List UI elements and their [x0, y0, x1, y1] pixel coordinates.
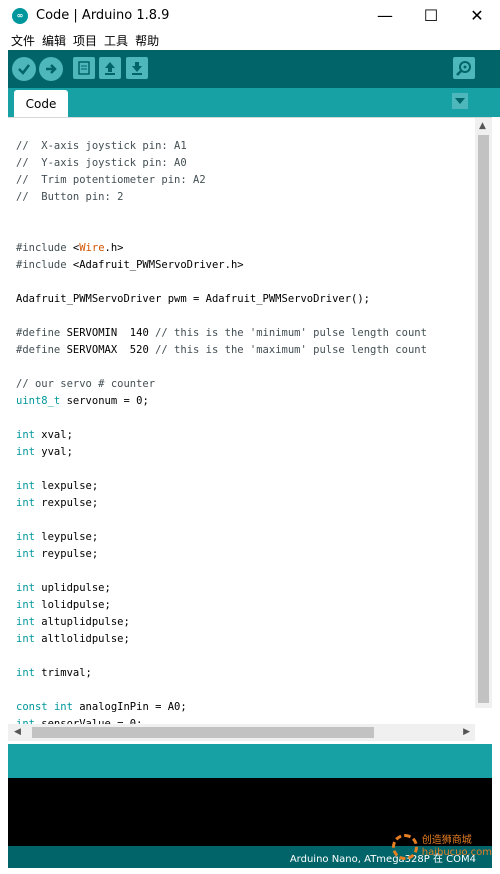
arduino-logo-icon: ∞ — [12, 7, 28, 24]
code-line[interactable]: Adafruit_PWMServoDriver pwm = Adafruit_P… — [16, 291, 472, 308]
menu-bar: 文件 编辑 项目 工具 帮助 — [0, 31, 500, 50]
code-line[interactable]: int altuplidpulse; — [16, 614, 472, 631]
serial-monitor-icon — [456, 61, 471, 76]
code-line[interactable] — [16, 308, 472, 325]
code-line[interactable] — [16, 359, 472, 376]
code-line[interactable] — [16, 461, 472, 478]
vertical-scroll-thumb[interactable] — [478, 135, 489, 703]
code-line[interactable]: #define SERVOMAX 520 // this is the 'max… — [16, 342, 472, 359]
code-line[interactable] — [16, 410, 472, 427]
menu-file[interactable]: 文件 — [0, 32, 40, 49]
save-button[interactable] — [126, 57, 148, 79]
code-line[interactable] — [16, 206, 472, 223]
open-button[interactable] — [99, 57, 121, 79]
gear-logo-icon — [391, 834, 418, 860]
code-line[interactable]: // Button pin: 2 — [16, 189, 472, 206]
code-line[interactable]: int leypulse; — [16, 529, 472, 546]
code-line[interactable]: int trimval; — [16, 665, 472, 682]
code-line[interactable]: int uplidpulse; — [16, 580, 472, 597]
code-line[interactable]: int xval; — [16, 427, 472, 444]
menu-tools[interactable]: 工具 — [102, 32, 133, 49]
watermark-title: 创造狮商城 — [421, 835, 472, 846]
code-line[interactable]: int altlolidpulse; — [16, 631, 472, 648]
code-line[interactable]: #include <Adafruit_PWMServoDriver.h> — [16, 257, 472, 274]
new-icon — [78, 61, 90, 75]
scroll-right-icon[interactable]: ▶ — [463, 727, 470, 737]
new-button[interactable] — [73, 57, 95, 79]
code-line[interactable] — [16, 274, 472, 291]
code-line[interactable]: int reypulse; — [16, 546, 472, 563]
verify-button[interactable] — [12, 57, 36, 81]
close-button[interactable]: ✕ — [454, 0, 500, 31]
code-line[interactable]: int yval; — [16, 444, 472, 461]
tab-menu-button[interactable] — [452, 93, 468, 109]
code-line[interactable]: const int analogInPin = A0; — [16, 699, 472, 716]
window-controls: — ☐ ✕ — [362, 0, 500, 31]
code-line[interactable]: int rexpulse; — [16, 495, 472, 512]
horizontal-scrollbar[interactable]: ◀ ▶ — [8, 724, 475, 741]
upload-button[interactable] — [39, 57, 63, 81]
code-line[interactable]: // X-axis joystick pin: A1 — [16, 138, 472, 155]
tab-bar: Code — [0, 88, 500, 117]
watermark: 创造狮商城 haibucuo.com — [391, 834, 492, 860]
code-line[interactable]: // our servo # counter — [16, 376, 472, 393]
code-line[interactable]: // Y-axis joystick pin: A0 — [16, 155, 472, 172]
maximize-button[interactable]: ☐ — [408, 0, 454, 31]
code-line[interactable]: #include <Wire.h> — [16, 240, 472, 257]
code-line[interactable]: #define SERVOMIN 140 // this is the 'min… — [16, 325, 472, 342]
window-title: Code | Arduino 1.8.9 — [36, 8, 170, 23]
open-icon — [105, 62, 115, 75]
code-line[interactable]: int lexpulse; — [16, 478, 472, 495]
menu-sketch[interactable]: 项目 — [71, 32, 102, 49]
code-line[interactable]: int lolidpulse; — [16, 597, 472, 614]
scroll-left-icon[interactable]: ◀ — [14, 727, 21, 737]
menu-help[interactable]: 帮助 — [133, 32, 164, 49]
scroll-up-icon[interactable]: ▲ — [479, 121, 486, 131]
upload-icon — [46, 64, 57, 74]
code-line[interactable]: uint8_t servonum = 0; — [16, 393, 472, 410]
code-line[interactable] — [16, 512, 472, 529]
toolbar — [0, 50, 500, 88]
vertical-scrollbar[interactable]: ▲ — [475, 118, 492, 708]
code-line[interactable] — [16, 223, 472, 240]
chevron-down-icon — [455, 98, 465, 104]
minimize-button[interactable]: — — [362, 0, 408, 31]
watermark-url: haibucuo.com — [421, 847, 492, 858]
left-margin — [0, 50, 8, 874]
save-icon — [132, 62, 142, 75]
code-line[interactable]: // Trim potentiometer pin: A2 — [16, 172, 472, 189]
code-text[interactable]: // X-axis joystick pin: A1// Y-axis joys… — [16, 138, 472, 726]
tab-code[interactable]: Code — [14, 90, 68, 117]
menu-edit[interactable]: 编辑 — [40, 32, 71, 49]
serial-monitor-button[interactable] — [453, 57, 475, 79]
code-line[interactable] — [16, 563, 472, 580]
title-bar: ∞ Code | Arduino 1.8.9 — ☐ ✕ — [0, 0, 500, 31]
code-editor[interactable]: // X-axis joystick pin: A1// Y-axis joys… — [8, 117, 492, 726]
message-bar — [8, 744, 492, 778]
code-line[interactable] — [16, 682, 472, 699]
horizontal-scroll-thumb[interactable] — [32, 727, 374, 738]
code-line[interactable] — [16, 648, 472, 665]
verify-icon — [18, 64, 30, 75]
